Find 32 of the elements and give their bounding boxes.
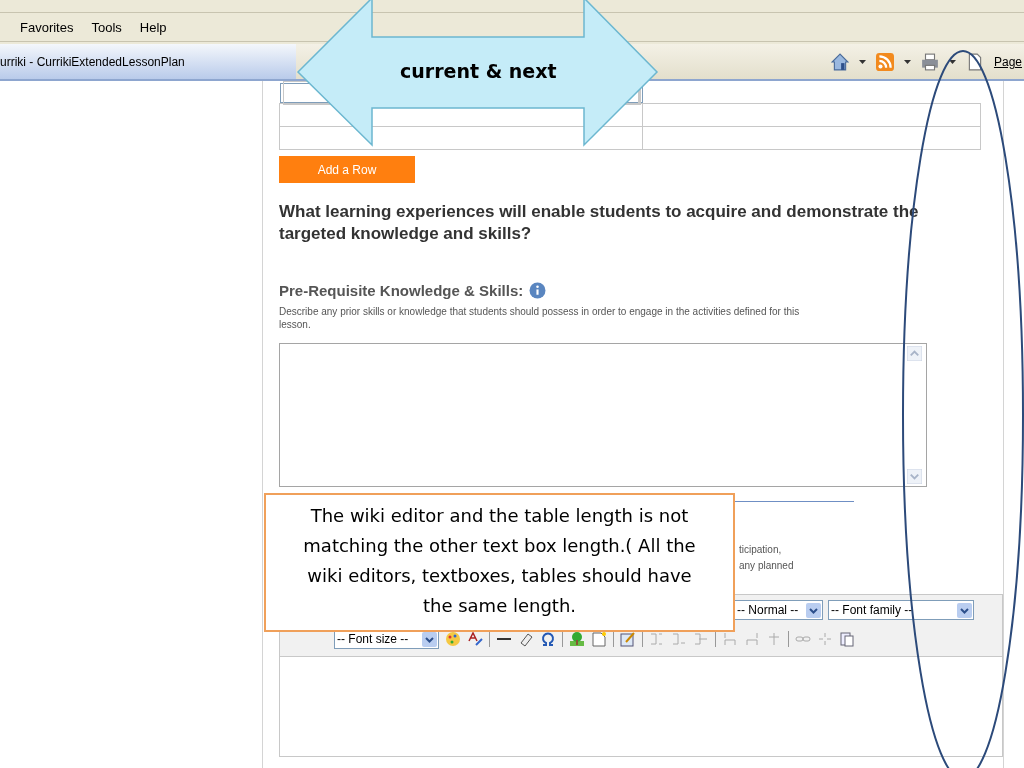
delete-column-icon	[766, 631, 782, 647]
help-text: ticipation,	[739, 543, 782, 557]
caret-icon[interactable]	[903, 59, 911, 64]
menu-item[interactable]: Tools	[91, 19, 122, 35]
insert-row-icon	[649, 631, 665, 647]
menu-item[interactable]: Help	[139, 19, 167, 35]
paste-icon[interactable]	[839, 631, 855, 647]
insert-column-after-icon	[744, 631, 760, 647]
printer-icon[interactable]	[920, 52, 939, 71]
spellcheck-icon[interactable]	[467, 631, 483, 647]
page-menu[interactable]: Page	[993, 54, 1022, 69]
palette-icon[interactable]	[445, 631, 461, 647]
browser-tab[interactable]: urriki - CurrikiExtendedLessonPlan	[0, 44, 296, 79]
help-text: any planned	[739, 559, 794, 573]
format-select[interactable]: -- Normal --	[734, 600, 823, 620]
callout-label: current & next	[400, 60, 557, 82]
home-icon[interactable]	[830, 52, 849, 71]
font-family-select[interactable]: -- Font family --	[828, 600, 974, 620]
comment-note: The wiki editor and the table length is not matching the other text box length.( All the wiki editors, textboxes, tables should have the same length.	[264, 493, 735, 632]
field-title: Pre-Requisite Knowledge & Skills:	[279, 282, 524, 299]
caret-icon[interactable]	[948, 59, 956, 64]
omega-icon[interactable]	[540, 631, 556, 647]
field-description: Describe any prior skills or knowledge that students should possess in order to engage in the activities defined for this lesson.	[279, 305, 801, 331]
delete-row-icon	[693, 631, 709, 647]
caret-icon[interactable]	[858, 59, 866, 64]
tree-image-icon[interactable]	[569, 631, 585, 647]
insert-row-after-icon	[671, 631, 687, 647]
edit-table-icon[interactable]	[620, 631, 636, 647]
menu-item[interactable]: Favorites	[20, 19, 74, 35]
unlink-icon	[817, 631, 833, 647]
info-icon[interactable]	[529, 282, 547, 299]
insert-column-icon	[722, 631, 738, 647]
